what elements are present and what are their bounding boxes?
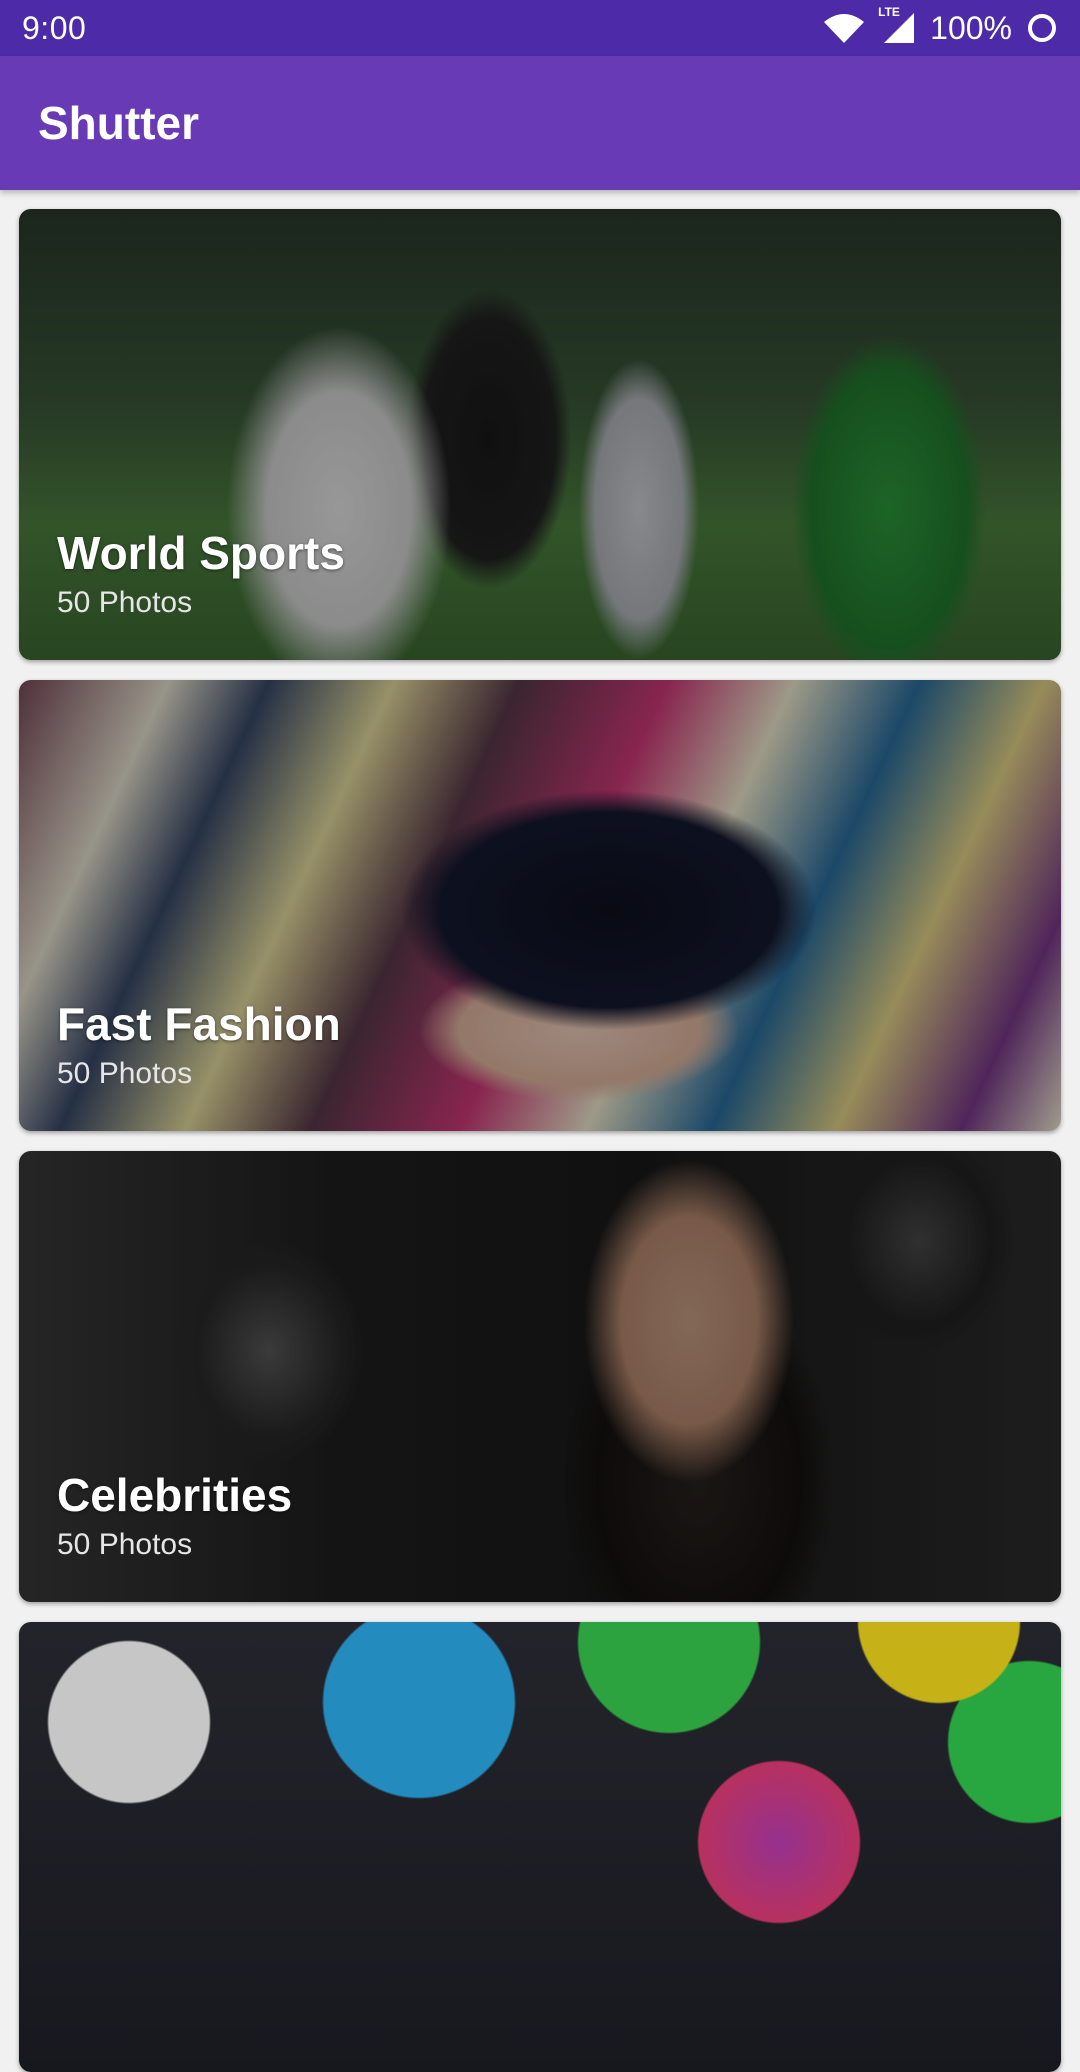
status-icons: LTE 100% bbox=[822, 5, 1058, 47]
status-time: 9:00 bbox=[22, 9, 87, 46]
card-photo-count: 50 Photos bbox=[57, 1528, 193, 1561]
category-card-fast-fashion[interactable]: Fast Fashion 50 Photos bbox=[19, 680, 1061, 1131]
wifi-icon bbox=[822, 12, 866, 44]
category-card-world-sports[interactable]: World Sports 50 Photos bbox=[19, 209, 1061, 660]
card-title: World Sports bbox=[57, 527, 345, 579]
category-card-social-media[interactable] bbox=[19, 1622, 1061, 2072]
card-photo-count: 50 Photos bbox=[57, 586, 193, 619]
app-title: Shutter bbox=[38, 97, 199, 149]
app-bar: Shutter bbox=[0, 56, 1080, 190]
category-card-celebrities[interactable]: Celebrities 50 Photos bbox=[19, 1151, 1061, 1602]
card-title: Fast Fashion bbox=[57, 998, 341, 1050]
card-title: Celebrities bbox=[57, 1469, 293, 1521]
card-scrim bbox=[19, 1622, 1061, 2072]
card-photo-count: 50 Photos bbox=[57, 1057, 193, 1090]
lte-signal-icon: LTE bbox=[878, 5, 916, 45]
card-labels: Fast Fashion 50 Photos bbox=[57, 997, 341, 1091]
card-labels: World Sports 50 Photos bbox=[57, 526, 345, 620]
battery-percent: 100% bbox=[930, 9, 1012, 46]
status-bar: 9:00 LTE 100% bbox=[0, 0, 1080, 56]
battery-icon bbox=[1026, 12, 1058, 44]
lte-label: LTE bbox=[878, 5, 900, 19]
card-labels: Celebrities 50 Photos bbox=[57, 1468, 292, 1562]
